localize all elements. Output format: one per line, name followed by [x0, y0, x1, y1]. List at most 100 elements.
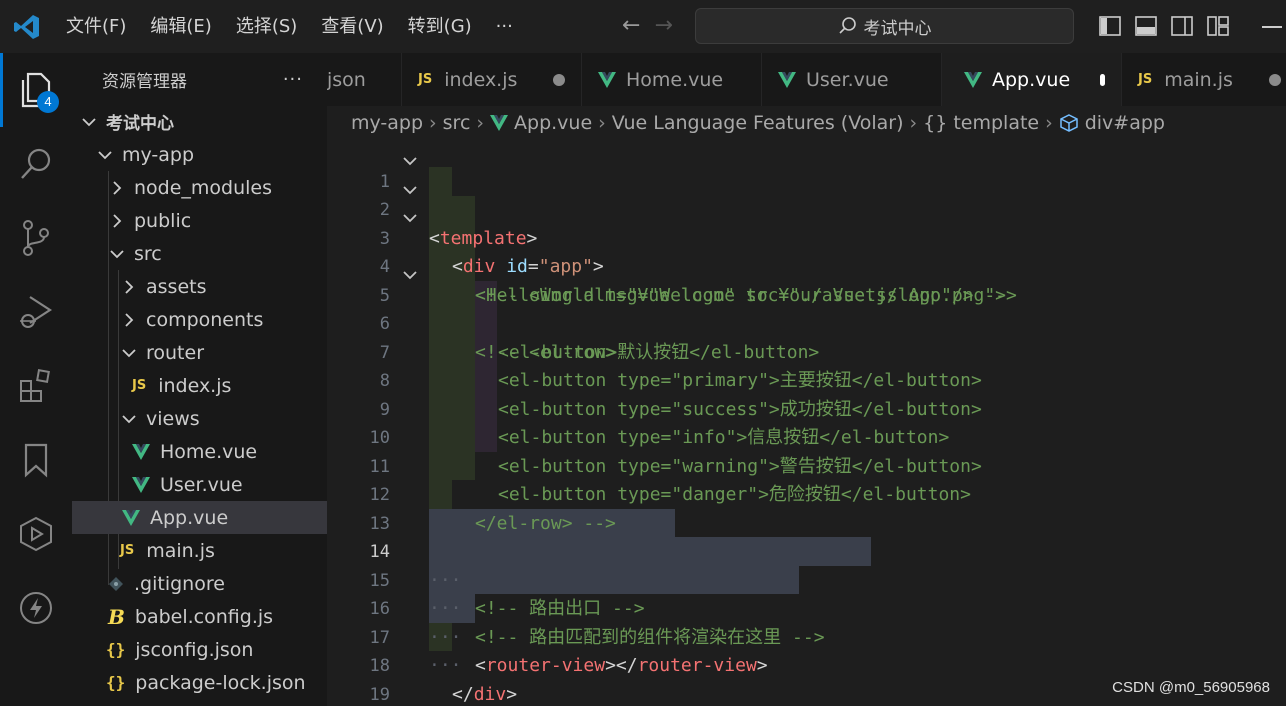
bookmark-icon — [24, 443, 48, 478]
chevron-right-icon — [110, 180, 124, 195]
toggle-primary-sidebar-icon[interactable] — [1098, 14, 1122, 38]
back-arrow-icon[interactable]: ← — [622, 14, 640, 38]
tab-label: index.js — [444, 68, 518, 91]
code-line: 4 <HelloWorld msg="Welcome to Your Vue.j… — [327, 225, 1286, 306]
tree-file-router-index-js[interactable]: JS index.js — [72, 369, 327, 402]
tree-label: Home.vue — [160, 440, 258, 463]
tab-user-vue[interactable]: User.vue — [762, 53, 942, 106]
tab-app-vue[interactable]: App.vue — [942, 53, 1122, 106]
menu-go[interactable]: 转到(G) — [396, 0, 484, 53]
chevron-right-icon — [122, 312, 136, 327]
tree-folder-views[interactable]: views — [72, 402, 327, 435]
menu-view[interactable]: 查看(V) — [309, 0, 395, 53]
code-line: 13 — [327, 481, 1286, 534]
menu-more[interactable]: ··· — [484, 0, 525, 53]
tree-file-package-lock[interactable]: {} package-lock.json — [72, 666, 327, 699]
lightning-activity[interactable] — [0, 571, 72, 645]
code-line: 10 <el-button type="warning">警告按钮</el-bu… — [327, 396, 1286, 477]
chevron-down-icon — [98, 150, 112, 160]
breadcrumb-item[interactable]: App.vue — [514, 112, 592, 134]
tree-folder-public[interactable]: public — [72, 204, 327, 237]
extensions-icon — [20, 369, 50, 402]
chevron-right-icon: › — [909, 111, 918, 134]
menu-selection[interactable]: 选择(S) — [224, 0, 309, 53]
nav-arrows: ← → — [622, 14, 673, 38]
code-line: 17 ··· — [327, 595, 1286, 677]
vue-file-icon — [598, 71, 616, 88]
tree-file-user-vue[interactable]: User.vue — [72, 468, 327, 501]
command-center-search[interactable]: 考试中心 — [695, 8, 1074, 44]
vue-file-icon — [778, 71, 796, 88]
editor-tabs: json JS index.js Home.vue User.vue App.v… — [327, 53, 1286, 106]
bookmarks-activity[interactable] — [0, 423, 72, 497]
unsaved-dot-icon[interactable] — [553, 73, 565, 86]
search-icon — [838, 17, 856, 34]
menu-file[interactable]: 文件(F) — [54, 0, 138, 53]
search-text: 考试中心 — [863, 18, 932, 39]
element-cube-icon — [1059, 113, 1079, 133]
tab-index-js[interactable]: JS index.js — [402, 53, 582, 106]
code-line: 5 <!-- <el-row> — [327, 253, 1286, 363]
tree-folder-router[interactable]: router — [72, 336, 327, 369]
search-icon — [21, 148, 51, 179]
breadcrumb-item[interactable]: src — [443, 112, 471, 134]
tree-label: main.js — [146, 539, 215, 562]
tree-label: node_modules — [134, 176, 273, 199]
tree-label: components — [146, 308, 264, 331]
customize-layout-icon[interactable] — [1206, 14, 1230, 38]
unsaved-dot-icon[interactable] — [1268, 73, 1281, 86]
tree-file-main-js[interactable]: JS main.js — [72, 534, 327, 567]
tree-file-home-vue[interactable]: Home.vue — [72, 435, 327, 468]
toggle-secondary-sidebar-icon[interactable] — [1170, 14, 1194, 38]
tab-json[interactable]: json — [327, 53, 402, 106]
tab-main-js[interactable]: JS main.js — [1122, 53, 1286, 106]
explorer-activity[interactable]: 4 — [0, 53, 72, 127]
breadcrumb-item[interactable]: Vue Language Features (Volar) — [612, 112, 904, 134]
tree-folder-components[interactable]: components — [72, 303, 327, 336]
tree-file-jsconfig[interactable]: {} jsconfig.json — [72, 633, 327, 666]
tree-label: public — [134, 209, 192, 232]
explorer-badge: 4 — [37, 91, 59, 113]
vscode-logo-icon — [0, 0, 54, 53]
breadcrumb-item[interactable]: {} template — [923, 112, 1039, 134]
code-editor[interactable]: 1 <template> 2 <div id="app"> 3 <!-- <im… — [327, 139, 1286, 706]
tree-file-babel-config[interactable]: B babel.config.js — [72, 600, 327, 633]
watermark: CSDN @m0_56905968 — [1112, 679, 1270, 696]
toggle-panel-icon[interactable] — [1134, 14, 1158, 38]
breadcrumb-item[interactable]: div#app — [1085, 112, 1165, 134]
source-control-activity[interactable] — [0, 201, 72, 275]
tree-folder-src[interactable]: src — [72, 237, 327, 270]
tree-folder-assets[interactable]: assets — [72, 270, 327, 303]
menu-bar: 文件(F) 编辑(E) 选择(S) 查看(V) 转到(G) ··· — [54, 0, 525, 53]
chevron-down-icon — [82, 117, 96, 127]
explorer-more-button[interactable]: ··· — [283, 69, 303, 90]
tree-folder-my-app[interactable]: my-app — [72, 138, 327, 171]
vue-file-icon — [490, 114, 509, 131]
chevron-right-icon — [122, 279, 136, 294]
vue-file-icon — [122, 509, 140, 526]
forward-arrow-icon[interactable]: → — [654, 14, 672, 38]
activity-bar: 4 — [0, 53, 72, 706]
workspace-root[interactable]: 考试中心 — [72, 105, 327, 138]
chevron-down-icon — [122, 414, 136, 424]
tab-home-vue[interactable]: Home.vue — [582, 53, 762, 106]
breadcrumb-item[interactable]: my-app — [351, 112, 423, 134]
unsaved-dot-icon[interactable] — [1100, 73, 1105, 86]
tree-label: views — [146, 407, 200, 430]
tree-label: App.vue — [150, 506, 229, 529]
git-file-icon — [108, 576, 124, 592]
tree-label: my-app — [122, 143, 195, 166]
run-debug-icon — [20, 296, 53, 328]
tree-folder-node-modules[interactable]: node_modules — [72, 171, 327, 204]
minimize-window-icon[interactable] — [1262, 26, 1282, 28]
chevron-right-icon: › — [598, 111, 606, 134]
tree-label: src — [134, 242, 162, 265]
javascript-file-icon: JS — [120, 543, 135, 558]
run-debug-activity[interactable] — [0, 275, 72, 349]
tree-file-app-vue[interactable]: App.vue — [72, 501, 327, 534]
remote-activity[interactable] — [0, 497, 72, 571]
menu-edit[interactable]: 编辑(E) — [138, 0, 223, 53]
search-activity[interactable] — [0, 127, 72, 201]
tree-file-gitignore[interactable]: .gitignore — [72, 567, 327, 600]
extensions-activity[interactable] — [0, 349, 72, 423]
